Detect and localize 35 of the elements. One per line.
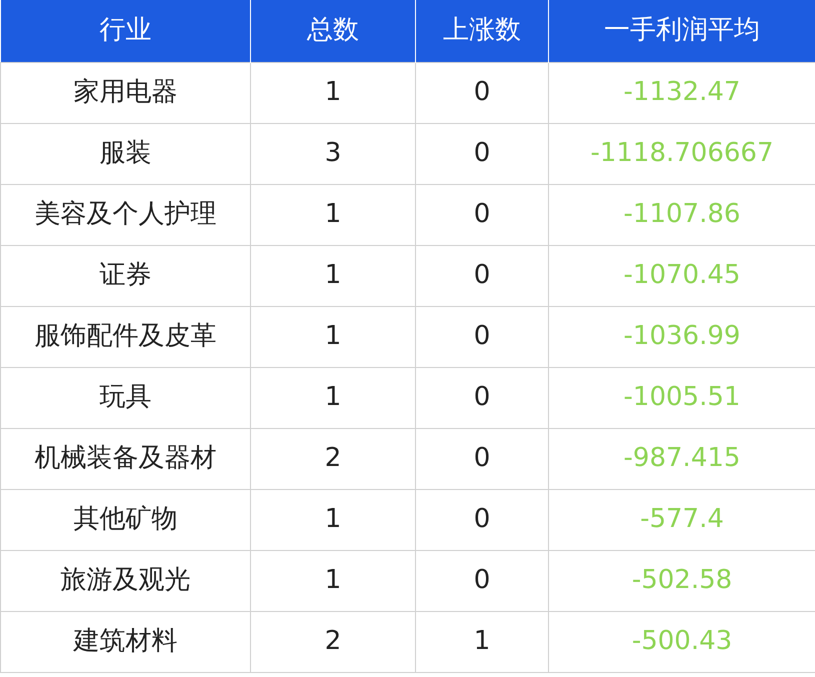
table-cell: 3 <box>250 123 416 184</box>
column-header: 行业 <box>0 0 250 62</box>
table-cell: 1 <box>250 550 416 611</box>
table-cell: 1 <box>250 489 416 550</box>
table-cell: 旅游及观光 <box>0 550 250 611</box>
table-cell: 建筑材料 <box>0 611 250 672</box>
table-cell: 家用电器 <box>0 62 250 123</box>
table-cell: 机械装备及器材 <box>0 428 250 489</box>
table-cell: 玩具 <box>0 367 250 428</box>
table-cell: 服饰配件及皮革 <box>0 306 250 367</box>
table-cell: 服装 <box>0 123 250 184</box>
table-cell: 0 <box>416 428 548 489</box>
column-header: 总数 <box>250 0 416 62</box>
table-cell: 1 <box>250 62 416 123</box>
table-cell: 2 <box>250 611 416 672</box>
table-cell: 美容及个人护理 <box>0 184 250 245</box>
column-header: 上涨数 <box>416 0 548 62</box>
column-header: 一手利润平均 <box>548 0 815 62</box>
table-cell: 其他矿物 <box>0 489 250 550</box>
table-cell: 0 <box>416 550 548 611</box>
table-cell: 0 <box>416 123 548 184</box>
table-cell: 0 <box>416 184 548 245</box>
table-cell: 0 <box>416 489 548 550</box>
table-cell: 1 <box>250 245 416 306</box>
table-cell: 0 <box>416 306 548 367</box>
table-cell: 0 <box>416 245 548 306</box>
table-cell: 1 <box>250 184 416 245</box>
table-cell: 2 <box>250 428 416 489</box>
table-cell: 证券 <box>0 245 250 306</box>
table-cell: 0 <box>416 62 548 123</box>
table-cell: 1 <box>250 306 416 367</box>
table-cell: 1 <box>416 611 548 672</box>
table-cell: 0 <box>416 367 548 428</box>
table-cell: -1132.47 <box>548 62 815 123</box>
table-cell: 1 <box>250 367 416 428</box>
